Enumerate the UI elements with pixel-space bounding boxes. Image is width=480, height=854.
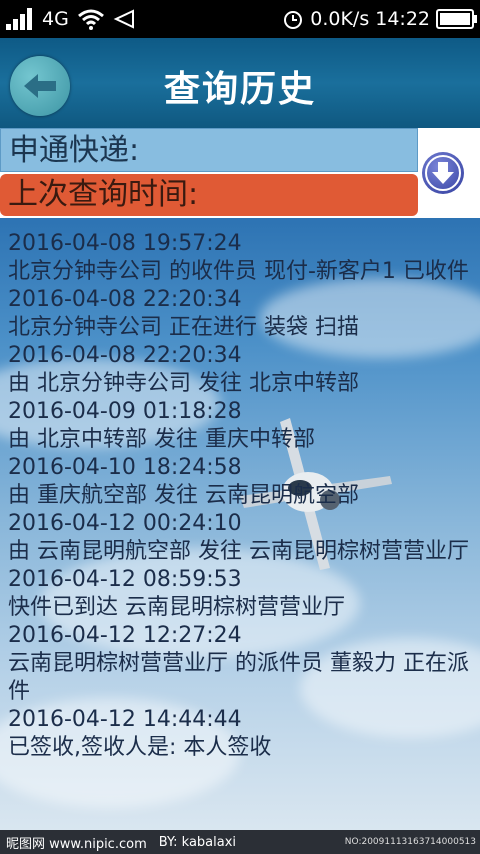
alarm-icon (284, 11, 303, 29)
log-entry: 2016-04-12 12:27:24 云南昆明棕树营营业厅 的派件员 董毅力 … (8, 622, 472, 706)
log-entry: 2016-04-08 22:20:34 北京分钟寺公司 正在进行 装袋 扫描 (8, 286, 472, 342)
watermark-id: NO:20091113163714000513 (344, 837, 476, 847)
wifi-icon (77, 9, 104, 30)
log-description: 由 北京分钟寺公司 发往 北京中转部 (8, 371, 359, 396)
expand-button[interactable] (422, 152, 464, 194)
history-content[interactable]: 2016-04-08 19:57:24 北京分钟寺公司 的收件员 现付-新客户1… (0, 218, 480, 830)
network-speed: 0.0K/s (310, 8, 370, 30)
log-time: 2016-04-08 19:57:24 (8, 231, 242, 256)
log-time: 2016-04-12 00:24:10 (8, 511, 242, 536)
log-entry: 2016-04-09 01:18:28 由 北京中转部 发往 重庆中转部 (8, 398, 472, 454)
log-description: 云南昆明棕树营营业厅 的派件员 董毅力 正在派件 (8, 651, 469, 704)
signal-icon (6, 8, 32, 30)
log-entry: 2016-04-12 00:24:10 由 云南昆明航空部 发往 云南昆明棕树营… (8, 510, 472, 566)
battery-icon (436, 9, 477, 29)
log-description: 由 云南昆明航空部 发往 云南昆明棕树营营业厅 (8, 539, 469, 564)
watermark-site: 昵图网 www.nipic.com (6, 836, 147, 852)
log-time: 2016-04-08 22:20:34 (8, 287, 242, 312)
last-query-time-label: 上次查询时间: (0, 174, 418, 216)
network-type: 4G (42, 8, 69, 30)
watermark-credit: BY: kabalaxi (158, 834, 237, 850)
log-description: 北京分钟寺公司 的收件员 现付-新客户1 已收件 (8, 259, 469, 284)
log-description: 快件已到达 云南昆明棕树营营业厅 (8, 595, 345, 620)
query-info-panel: 申通快递: 上次查询时间: (0, 128, 480, 218)
log-entry: 2016-04-08 19:57:24 北京分钟寺公司 的收件员 现付-新客户1… (8, 230, 472, 286)
log-description: 已签收,签收人是: 本人签收 (8, 735, 272, 760)
log-entry: 2016-04-12 08:59:53 快件已到达 云南昆明棕树营营业厅 (8, 566, 472, 622)
tracking-log-list: 2016-04-08 19:57:24 北京分钟寺公司 的收件员 现付-新客户1… (8, 230, 472, 762)
header: 查询历史 (0, 38, 480, 128)
log-entry: 2016-04-08 22:20:34 由 北京分钟寺公司 发往 北京中转部 (8, 342, 472, 398)
log-description: 北京分钟寺公司 正在进行 装袋 扫描 (8, 315, 359, 340)
page-title: 查询历史 (163, 69, 316, 110)
log-description: 由 北京中转部 发往 重庆中转部 (8, 427, 315, 452)
watermark-footer: 昵图网 www.nipic.com BY: kabalaxi NO:200911… (0, 830, 480, 854)
log-entry: 2016-04-12 14:44:44 已签收,签收人是: 本人签收 (8, 706, 472, 762)
send-icon (113, 9, 134, 29)
log-entry: 2016-04-10 18:24:58 由 重庆航空部 发往 云南昆明航空部 (8, 454, 472, 510)
log-time: 2016-04-09 01:18:28 (8, 399, 242, 424)
log-time: 2016-04-10 18:24:58 (8, 455, 242, 480)
log-time: 2016-04-12 14:44:44 (8, 707, 242, 732)
down-arrow-icon (425, 155, 461, 191)
log-description: 由 重庆航空部 发往 云南昆明航空部 (8, 483, 359, 508)
log-time: 2016-04-08 22:20:34 (8, 343, 242, 368)
company-label: 申通快递: (0, 128, 418, 172)
clock: 14:22 (375, 8, 430, 30)
log-time: 2016-04-12 08:59:53 (8, 567, 242, 592)
status-bar: 4G 0.0K/s 14:22 (0, 0, 480, 38)
log-time: 2016-04-12 12:27:24 (8, 623, 242, 648)
